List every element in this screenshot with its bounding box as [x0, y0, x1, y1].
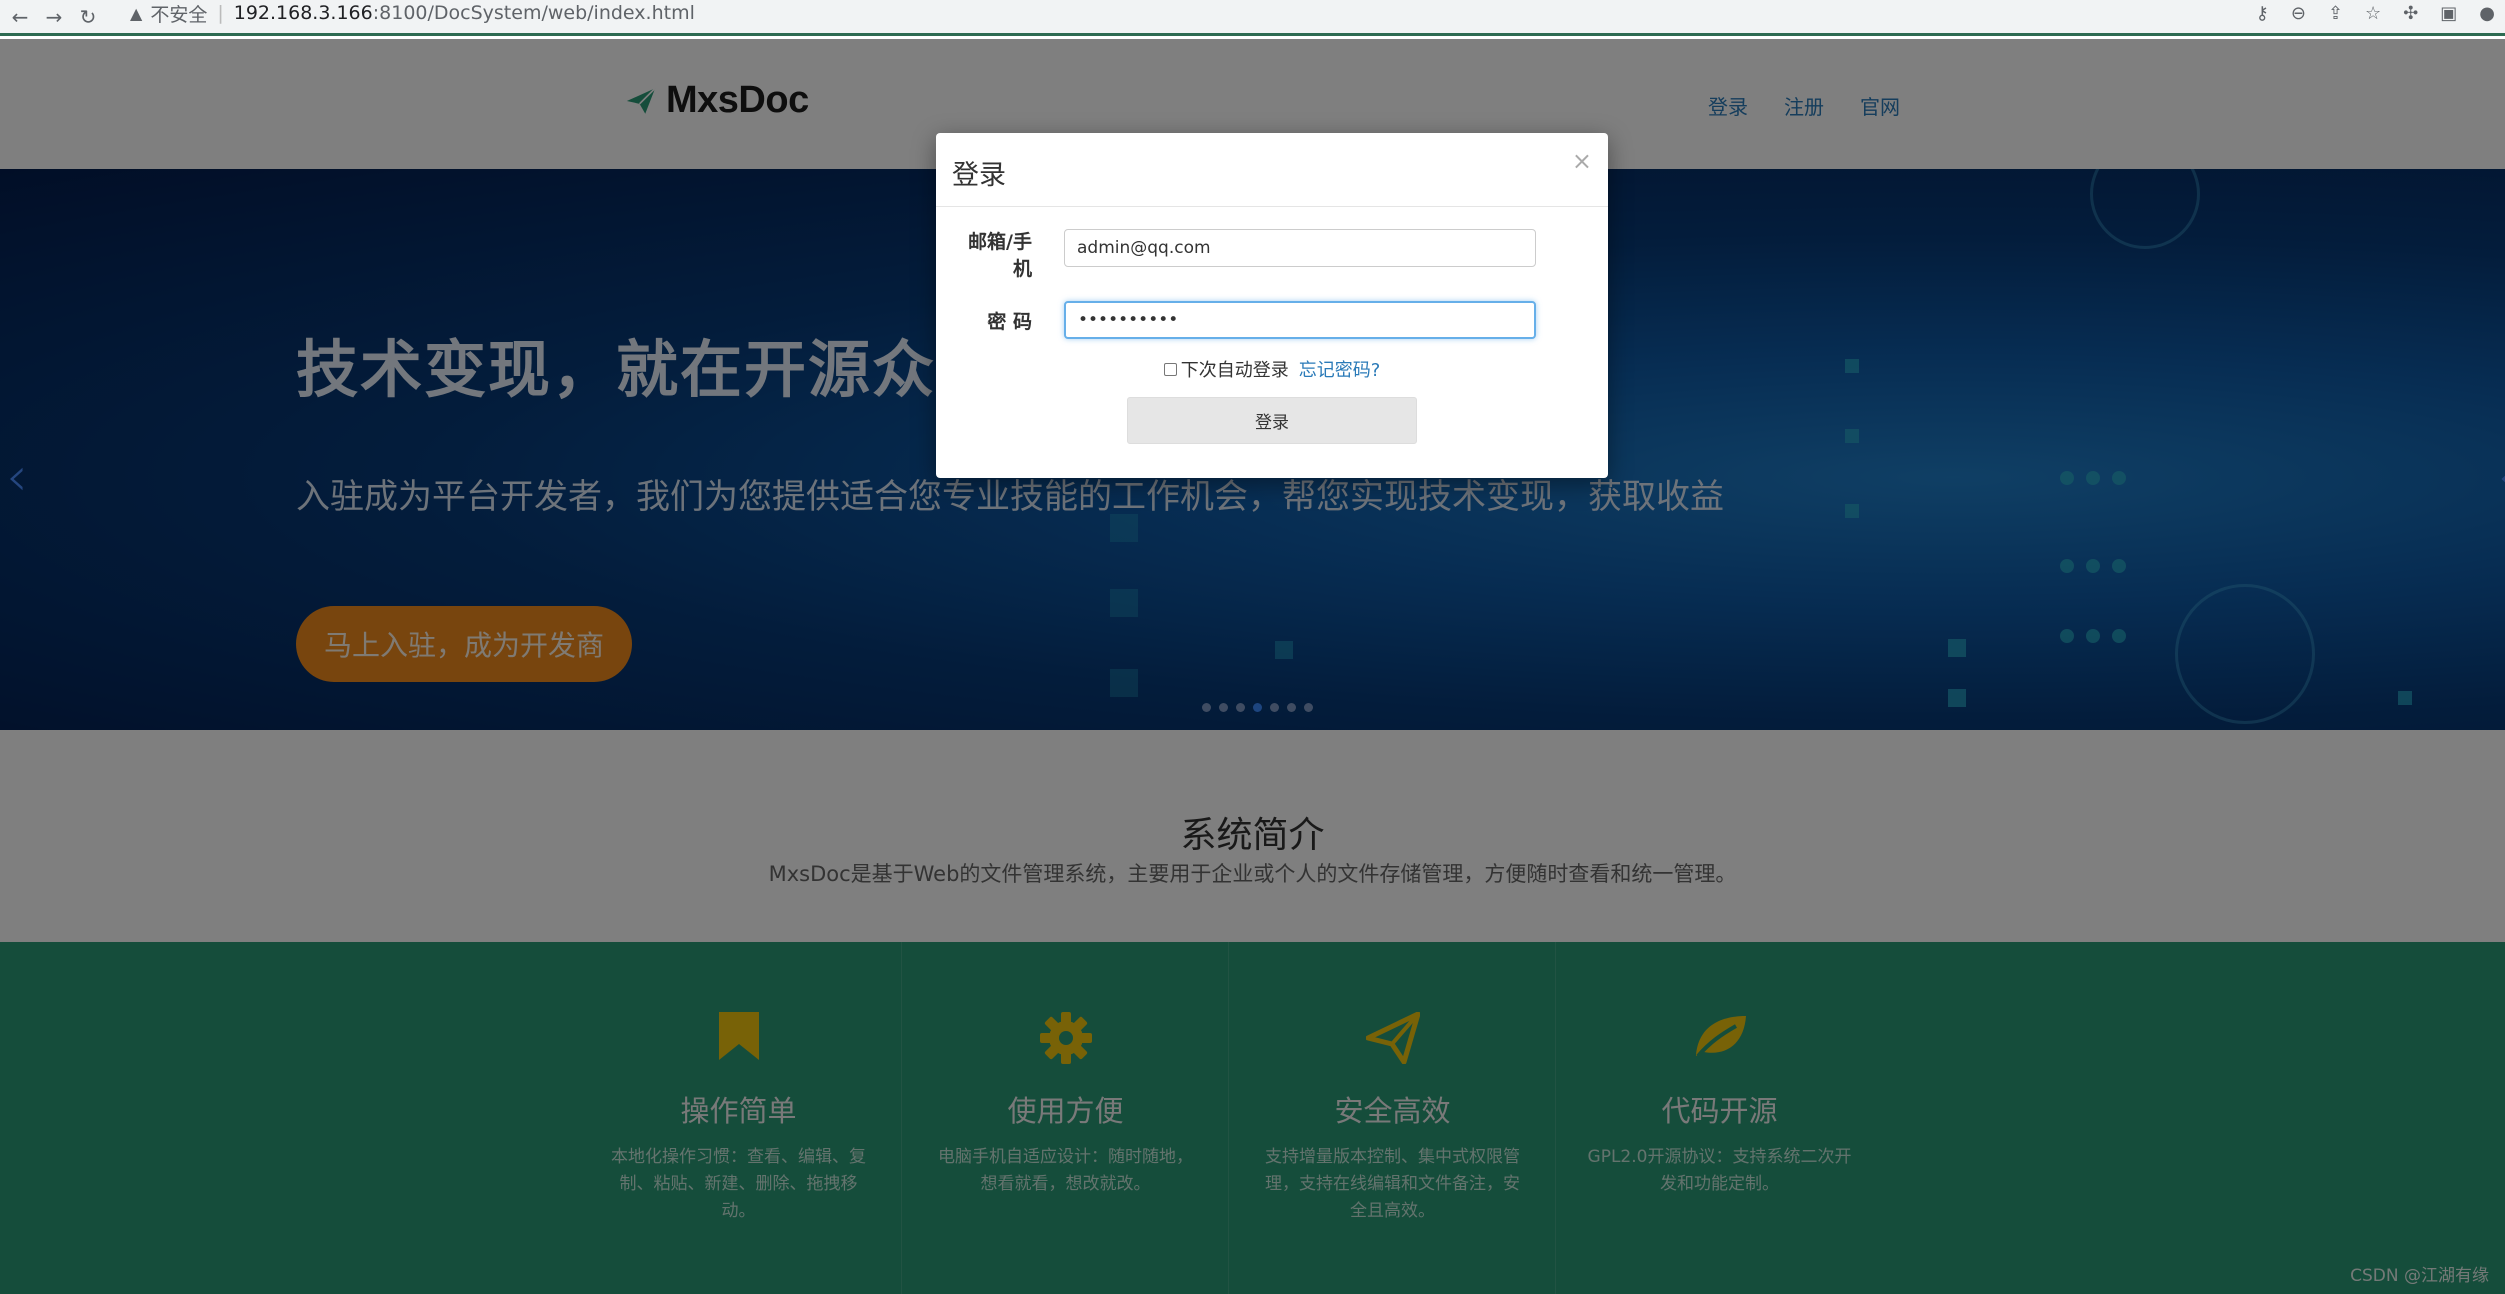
zoom-icon[interactable]: ⊖ [2291, 3, 2306, 24]
password-field[interactable]: •••••••••• [1064, 301, 1536, 339]
sidepanel-icon[interactable]: ▣ [2440, 3, 2457, 24]
email-field[interactable]: admin@qq.com [1064, 229, 1536, 267]
share-icon[interactable]: ⇪ [2328, 3, 2343, 24]
close-icon[interactable]: × [1572, 147, 1592, 175]
browser-actions: ⚷ ⊖ ⇪ ☆ ✣ ▣ ● [2256, 0, 2495, 26]
key-icon[interactable]: ⚷ [2256, 3, 2269, 24]
profile-icon[interactable]: ● [2479, 3, 2495, 24]
extensions-icon[interactable]: ✣ [2403, 3, 2418, 24]
remember-row: 下次自动登录 忘记密码? [936, 356, 1608, 382]
address-separator: | [217, 2, 224, 24]
password-label: 密 码 [987, 311, 1032, 333]
insecure-label: 不安全 [150, 3, 208, 26]
warning-icon: ▲ [130, 3, 143, 23]
back-icon[interactable]: ← [6, 3, 34, 31]
url-host: 192.168.3.166 [233, 2, 373, 24]
modal-backdrop[interactable]: 登录 × 邮箱/手机 admin@qq.com 密 码 •••••••••• 下… [0, 39, 2505, 1294]
forward-icon[interactable]: → [40, 3, 68, 31]
dialog-title: 登录 [952, 160, 1006, 191]
email-label: 邮箱/手机 [968, 231, 1032, 280]
reload-icon[interactable]: ↻ [74, 3, 102, 31]
remember-checkbox[interactable] [1163, 362, 1177, 376]
forgot-password-link[interactable]: 忘记密码? [1299, 356, 1381, 382]
address-bar[interactable]: ▲ 不安全 | 192.168.3.166 :8100/DocSystem/we… [130, 0, 695, 26]
star-icon[interactable]: ☆ [2365, 3, 2381, 24]
dialog-header: 登录 × [936, 133, 1608, 207]
browser-toolbar: ← → ↻ ▲ 不安全 | 192.168.3.166 :8100/DocSys… [0, 0, 2505, 36]
url-path: :8100/DocSystem/web/index.html [372, 2, 695, 24]
login-dialog: 登录 × 邮箱/手机 admin@qq.com 密 码 •••••••••• 下… [936, 133, 1608, 478]
remember-label[interactable]: 下次自动登录 [1181, 356, 1289, 382]
login-submit-button[interactable]: 登录 [1127, 397, 1417, 444]
